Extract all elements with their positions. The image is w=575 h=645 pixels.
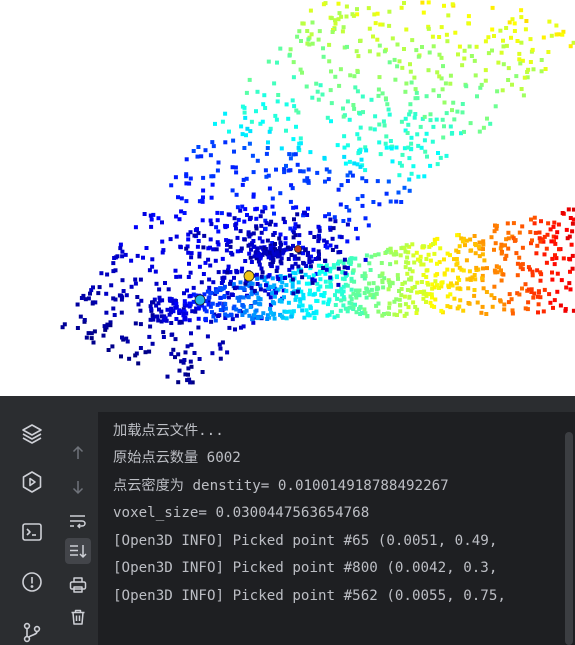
picked-point-marker[interactable] bbox=[194, 294, 206, 306]
activity-bar bbox=[0, 412, 59, 645]
console-line: voxel_size= 0.0300447563654768 bbox=[113, 505, 370, 521]
console-line: [Open3D INFO] Picked point #800 (0.0042,… bbox=[113, 560, 498, 576]
scroll-to-end-icon[interactable] bbox=[65, 538, 91, 564]
console-line: 加载点云文件... bbox=[113, 423, 224, 439]
point-cloud-viewer[interactable] bbox=[0, 0, 575, 396]
console-line: 点云密度为 denstity= 0.010014918788492267 bbox=[113, 478, 449, 494]
console-toolbar bbox=[58, 412, 98, 645]
soft-wrap-icon[interactable] bbox=[65, 508, 91, 534]
picked-point-marker[interactable] bbox=[243, 270, 255, 282]
ide-panel: 加载点云文件... 原始点云数量 6002 点云密度为 denstity= 0.… bbox=[0, 396, 575, 645]
layers-icon[interactable] bbox=[18, 420, 46, 448]
print-icon[interactable] bbox=[65, 572, 91, 598]
console-line: 原始点云数量 6002 bbox=[113, 450, 241, 466]
python-packages-icon[interactable] bbox=[18, 468, 46, 496]
terminal-icon[interactable] bbox=[18, 518, 46, 546]
scroll-down-icon[interactable] bbox=[65, 474, 91, 500]
tool-window-header bbox=[0, 396, 575, 412]
console-line: [Open3D INFO] Picked point #562 (0.0055,… bbox=[113, 588, 506, 604]
point-cloud-canvas[interactable] bbox=[0, 0, 575, 396]
scroll-up-icon[interactable] bbox=[65, 440, 91, 466]
console-scrollbar[interactable] bbox=[565, 432, 573, 645]
clear-icon[interactable] bbox=[65, 604, 91, 630]
git-icon[interactable] bbox=[18, 618, 46, 645]
problems-icon[interactable] bbox=[18, 568, 46, 596]
console-output[interactable]: 加载点云文件... 原始点云数量 6002 点云密度为 denstity= 0.… bbox=[98, 412, 575, 645]
picked-point-marker[interactable] bbox=[294, 245, 302, 253]
console-line: [Open3D INFO] Picked point #65 (0.0051, … bbox=[113, 533, 498, 549]
